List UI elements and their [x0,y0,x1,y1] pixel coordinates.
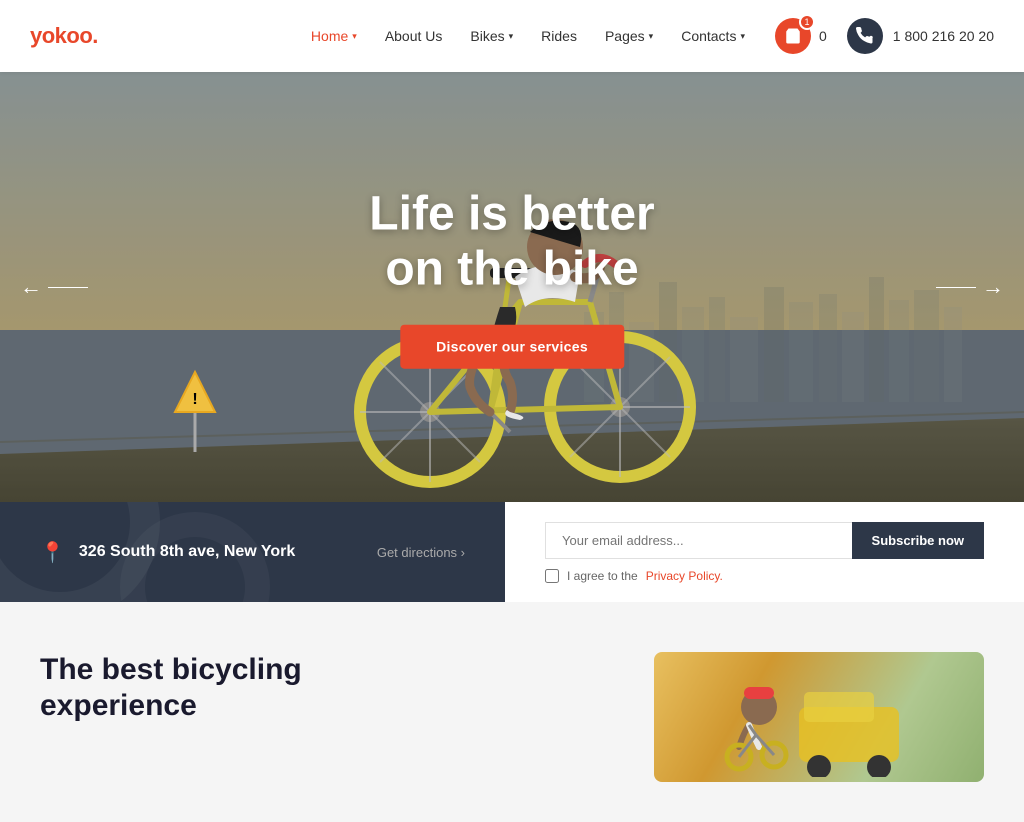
hero-cta-button[interactable]: Discover our services [400,325,624,369]
subscribe-section: Subscribe now I agree to the Privacy Pol… [505,502,1024,602]
about-image [654,652,984,782]
cart-icon [784,27,802,45]
svg-text:!: ! [192,391,197,408]
cart-button[interactable]: 1 0 [775,18,827,54]
nav-item-contacts[interactable]: Contacts ▾ [681,28,745,44]
logo-dot: . [92,23,98,48]
logo-text: yokoo [30,23,92,48]
phone-icon [856,27,874,45]
bottom-strip: 📍 326 South 8th ave, New York Get direct… [0,502,1024,602]
cart-badge: 1 [799,14,815,30]
about-section: The best bicycling experience [0,602,1024,822]
address-left: 📍 326 South 8th ave, New York [40,540,295,565]
chevron-down-icon: ▾ [740,31,745,42]
about-title: The best bicycling experience [40,652,614,724]
address-section: 📍 326 South 8th ave, New York Get direct… [0,502,505,602]
phone-icon-wrap [847,18,883,54]
hero-prev-arrow[interactable] [20,274,88,300]
hero-content: Life is better on the bike Discover our … [369,187,654,369]
nav-item-pages[interactable]: Pages ▾ [605,28,653,44]
hero-title: Life is better on the bike [369,187,654,297]
nav-item-rides[interactable]: Rides [541,28,577,44]
hero-next-arrow[interactable] [936,274,1004,300]
nav-item-bikes[interactable]: Bikes ▾ [470,28,513,44]
about-cyclist-icon [719,657,919,777]
arrow-line-left [48,287,88,288]
chevron-down-icon: ▾ [509,31,514,42]
phone-number: 1 800 216 20 20 [893,28,994,44]
hero-section: ! Life is better on the bike Discover ou… [0,72,1024,502]
chevron-down-icon: ▾ [649,31,654,42]
site-logo[interactable]: yokoo. [30,23,98,49]
nav-item-home[interactable]: Home ▾ [311,28,357,44]
cart-icon-wrap: 1 [775,18,811,54]
privacy-policy-link[interactable]: Privacy Policy. [646,569,723,583]
about-text: The best bicycling experience [40,652,614,724]
phone-button[interactable]: 1 800 216 20 20 [847,18,994,54]
cart-count: 0 [819,28,827,44]
site-header: yokoo. Home ▾ About Us Bikes ▾ Rides Pag… [0,0,1024,72]
location-pin-icon: 📍 [40,540,65,565]
get-directions-link[interactable]: Get directions [377,545,465,560]
address-text: 326 South 8th ave, New York [79,543,295,561]
email-input[interactable] [545,522,852,559]
chevron-down-icon: ▾ [352,31,357,42]
privacy-checkbox[interactable] [545,569,559,583]
main-nav: Home ▾ About Us Bikes ▾ Rides Pages ▾ Co… [311,28,745,44]
arrow-line-right [936,287,976,288]
privacy-text: I agree to the [567,569,638,583]
about-image-inner [654,652,984,782]
subscribe-button[interactable]: Subscribe now [852,522,984,559]
privacy-row: I agree to the Privacy Policy. [545,569,984,583]
subscribe-row: Subscribe now [545,522,984,559]
nav-item-about[interactable]: About Us [385,28,443,44]
header-right: 1 0 1 800 216 20 20 [775,18,994,54]
